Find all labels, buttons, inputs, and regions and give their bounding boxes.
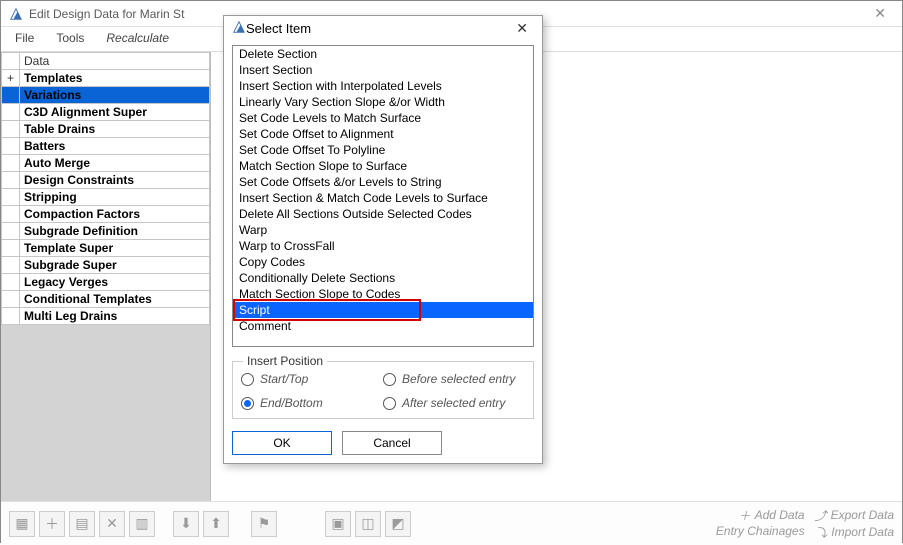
list-item[interactable]: Insert Section & Match Code Levels to Su… xyxy=(233,190,533,206)
list-item[interactable]: Set Code Levels to Match Surface xyxy=(233,110,533,126)
insert-position-group: Insert Position Start/Top Before selecte… xyxy=(232,361,534,419)
insert-position-legend: Insert Position xyxy=(243,354,327,368)
list-item[interactable]: Match Section Slope to Surface xyxy=(233,158,533,174)
list-item[interactable]: Match Section Slope to Codes xyxy=(233,286,533,302)
list-item[interactable]: Script xyxy=(233,302,533,318)
list-item[interactable]: Comment xyxy=(233,318,533,334)
radio-before-selected[interactable]: Before selected entry xyxy=(383,372,525,386)
list-item[interactable]: Warp to CrossFall xyxy=(233,238,533,254)
ok-button[interactable]: OK xyxy=(232,431,332,455)
list-item[interactable]: Copy Codes xyxy=(233,254,533,270)
list-item[interactable]: Conditionally Delete Sections xyxy=(233,270,533,286)
list-item[interactable]: Set Code Offsets &/or Levels to String xyxy=(233,174,533,190)
list-item[interactable]: Warp xyxy=(233,222,533,238)
list-item[interactable]: Linearly Vary Section Slope &/or Width xyxy=(233,94,533,110)
dialog-titlebar: Select Item ✕ xyxy=(224,16,542,41)
dialog-app-icon xyxy=(232,20,246,37)
cancel-button[interactable]: Cancel xyxy=(342,431,442,455)
list-item[interactable]: Insert Section xyxy=(233,62,533,78)
list-item[interactable]: Set Code Offset To Polyline xyxy=(233,142,533,158)
dialog-close-icon[interactable]: ✕ xyxy=(510,20,534,37)
list-item[interactable]: Set Code Offset to Alignment xyxy=(233,126,533,142)
list-item[interactable]: Delete Section xyxy=(233,46,533,62)
radio-start-top[interactable]: Start/Top xyxy=(241,372,383,386)
select-item-dialog: Select Item ✕ Delete SectionInsert Secti… xyxy=(223,15,543,464)
radio-end-bottom[interactable]: End/Bottom xyxy=(241,396,383,410)
dialog-title: Select Item xyxy=(246,21,311,36)
radio-after-selected[interactable]: After selected entry xyxy=(383,396,525,410)
select-item-listbox[interactable]: Delete SectionInsert SectionInsert Secti… xyxy=(232,45,534,347)
modal-overlay: Select Item ✕ Delete SectionInsert Secti… xyxy=(1,1,902,542)
list-item[interactable]: Delete All Sections Outside Selected Cod… xyxy=(233,206,533,222)
list-item[interactable]: Insert Section with Interpolated Levels xyxy=(233,78,533,94)
